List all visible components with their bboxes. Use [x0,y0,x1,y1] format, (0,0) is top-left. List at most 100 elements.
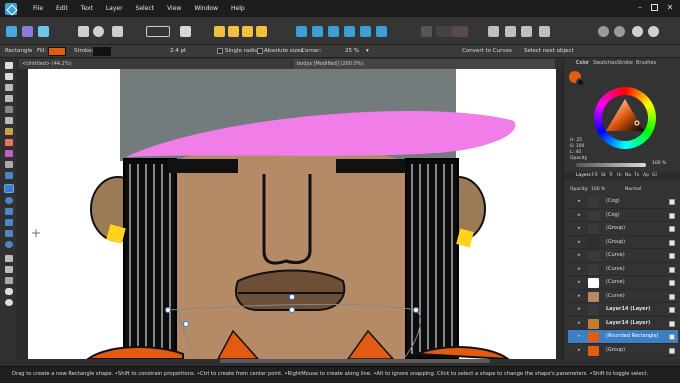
layer-row[interactable]: ▸ (Group) [568,236,678,249]
tab-stroke[interactable]: Stroke [617,60,633,66]
layer-visibility-checkbox[interactable] [669,266,675,273]
close-icon[interactable]: ✕ [666,4,674,12]
designer-persona-icon[interactable] [6,26,17,37]
document-setup-icon[interactable] [78,26,89,37]
eye-right[interactable] [336,159,406,173]
disclosure-arrow-icon[interactable]: ▸ [578,236,581,249]
tab-color[interactable]: Color [576,60,589,66]
align-bottom-icon[interactable] [360,26,371,37]
node-handle-right[interactable] [413,307,419,313]
layer-row[interactable]: ▸ (Curve) [568,290,678,303]
layer-row[interactable]: ▸ (Cog) [568,195,678,209]
move-tool-icon[interactable] [5,62,13,69]
layer-visibility-checkbox[interactable] [669,307,675,313]
vector-brush-icon[interactable] [5,128,13,135]
stroke-width-value[interactable]: 2.4 pt [170,48,186,54]
layer-row[interactable]: ▸ (Cog) [568,209,678,222]
layer-visibility-checkbox[interactable] [669,239,675,246]
opacity-slider[interactable] [576,163,646,167]
order-back-icon[interactable] [214,26,225,37]
fill-swatch[interactable] [48,47,66,56]
layer-row[interactable]: ▸ (Curve) [568,276,678,290]
order-front-icon[interactable] [256,26,267,37]
place-image-icon[interactable] [112,26,123,37]
tab-tx[interactable]: Tx [634,173,639,178]
cog-tool-icon[interactable] [5,241,13,248]
insert-inside-icon[interactable] [505,26,516,37]
layer-row[interactable]: ▸ (Curve) [568,249,678,263]
pixel-persona-icon[interactable] [22,26,33,37]
absolute-sizes-checkbox[interactable] [257,48,263,54]
pen-tool-icon[interactable] [5,106,13,113]
flip-icon[interactable] [376,26,387,37]
disclosure-arrow-icon[interactable]: ▸ [578,276,581,289]
fill-tool-icon[interactable] [5,139,13,146]
triangle-tool-icon[interactable] [5,219,13,226]
order-forward-icon[interactable] [242,26,253,37]
color-picker-icon[interactable] [5,277,13,284]
blend-mode-select[interactable]: Normal [625,187,641,192]
color-wheel[interactable] [594,87,656,149]
node-handle-left[interactable] [165,307,171,313]
menu-edit[interactable]: Edit [56,5,68,12]
menu-text[interactable]: Text [81,5,93,12]
disclosure-arrow-icon[interactable]: ▸ [578,303,581,316]
opacity-value[interactable]: 100 % [652,161,666,166]
layer-opacity-value[interactable]: 100 % [591,187,605,192]
snapping-icon[interactable] [180,26,191,37]
tab-fx[interactable]: FX [592,173,598,178]
layer-row[interactable]: ▸ (Curve) [568,263,678,276]
align-left-icon[interactable] [296,26,307,37]
disclosure-arrow-icon[interactable]: ▸ [578,263,581,276]
tab-tr[interactable]: Tr [609,173,613,178]
tab-swatches[interactable]: Swatches [593,60,617,66]
menu-view[interactable]: View [167,5,181,12]
layer-visibility-checkbox[interactable] [669,320,675,327]
disclosure-arrow-icon[interactable]: ▸ [578,344,581,357]
eye-left[interactable] [168,159,238,173]
layer-visibility-checkbox[interactable] [669,226,675,232]
layer-visibility-checkbox[interactable] [669,334,675,340]
canvas[interactable] [18,69,556,359]
single-radius-checkbox[interactable] [217,48,223,54]
maximize-icon[interactable] [651,4,658,11]
tab-st[interactable]: St [601,173,606,178]
menu-file[interactable]: File [33,5,43,12]
menu-help[interactable]: Help [231,5,245,12]
order-backward-icon[interactable] [228,26,239,37]
node-tool-icon[interactable] [5,73,13,80]
artwork[interactable] [18,69,556,359]
corner-value[interactable]: 25 % [345,48,359,54]
disclosure-arrow-icon[interactable]: ▸ [578,209,581,222]
insert-behind-icon[interactable] [521,26,532,37]
insert-top-icon[interactable] [539,26,550,37]
menu-select[interactable]: Select [136,5,155,12]
artistic-text-icon[interactable] [5,255,13,262]
layer-row[interactable]: ▸ Layer14 (Layer) [568,303,678,317]
tab-brushes[interactable]: Brushes [636,60,656,66]
face[interactable] [136,154,442,359]
menu-layer[interactable]: Layer [106,5,123,12]
assistant-icon[interactable] [598,26,609,37]
color-triangle[interactable] [604,97,646,139]
corner-tool-icon[interactable] [5,84,13,91]
diamond-tool-icon[interactable] [5,230,13,237]
point-transform-icon[interactable] [5,95,13,102]
disclosure-arrow-icon[interactable]: ▸ [578,195,581,208]
node-handle-top[interactable] [289,294,295,300]
stroke-swatch[interactable] [93,47,111,56]
tab-untitled[interactable]: <Untitled> (44.2%) [18,59,292,69]
minimize-icon[interactable]: – [636,4,644,12]
view-mode-icon[interactable] [632,26,643,37]
tab-bodys[interactable]: bodys [Modified] (200.0%) [293,59,555,69]
geometry-intersect-icon[interactable] [452,26,468,37]
layer-visibility-checkbox[interactable] [669,280,675,286]
hair-right[interactable] [405,158,459,359]
transform-box-icon[interactable] [146,26,170,37]
layer-row[interactable]: ▸ (Rounded Rectangle) [568,330,678,344]
layer-row[interactable]: ▸ (Group) [568,222,678,236]
disclosure-arrow-icon[interactable]: ▸ [578,317,581,330]
tab-layers[interactable]: Layers [576,173,591,178]
insert-target-icon[interactable] [488,26,499,37]
geometry-subtract-icon[interactable] [436,26,452,37]
